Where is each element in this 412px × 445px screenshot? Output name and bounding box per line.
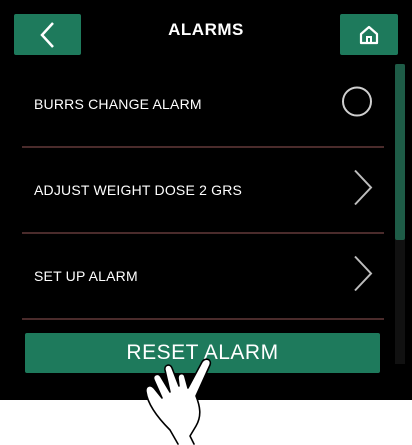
toggle-circle-icon[interactable] (340, 85, 374, 124)
home-icon (359, 25, 379, 44)
list-item-label: SET UP ALARM (34, 268, 138, 284)
home-button[interactable] (340, 14, 398, 55)
list-item-adjust-weight-dose[interactable]: ADJUST WEIGHT DOSE 2 GRS (22, 148, 384, 234)
list-item-set-up-alarm[interactable]: SET UP ALARM (22, 234, 384, 320)
chevron-right-icon (352, 168, 374, 213)
alarm-list: BURRS CHANGE ALARM ADJUST WEIGHT DOSE 2 … (22, 62, 384, 320)
back-button[interactable] (14, 14, 81, 55)
page-title: ALARMS (168, 20, 244, 39)
chevron-right-icon (352, 254, 374, 299)
list-item-label: BURRS CHANGE ALARM (34, 96, 202, 112)
scrollbar[interactable] (395, 64, 405, 364)
header: ALARMS (0, 0, 412, 62)
chevron-left-icon (39, 21, 54, 48)
tap-hand-icon (145, 358, 212, 445)
list-item-label: ADJUST WEIGHT DOSE 2 GRS (34, 182, 243, 198)
list-item-burrs-change-alarm[interactable]: BURRS CHANGE ALARM (22, 62, 384, 148)
scrollbar-thumb[interactable] (395, 64, 405, 240)
